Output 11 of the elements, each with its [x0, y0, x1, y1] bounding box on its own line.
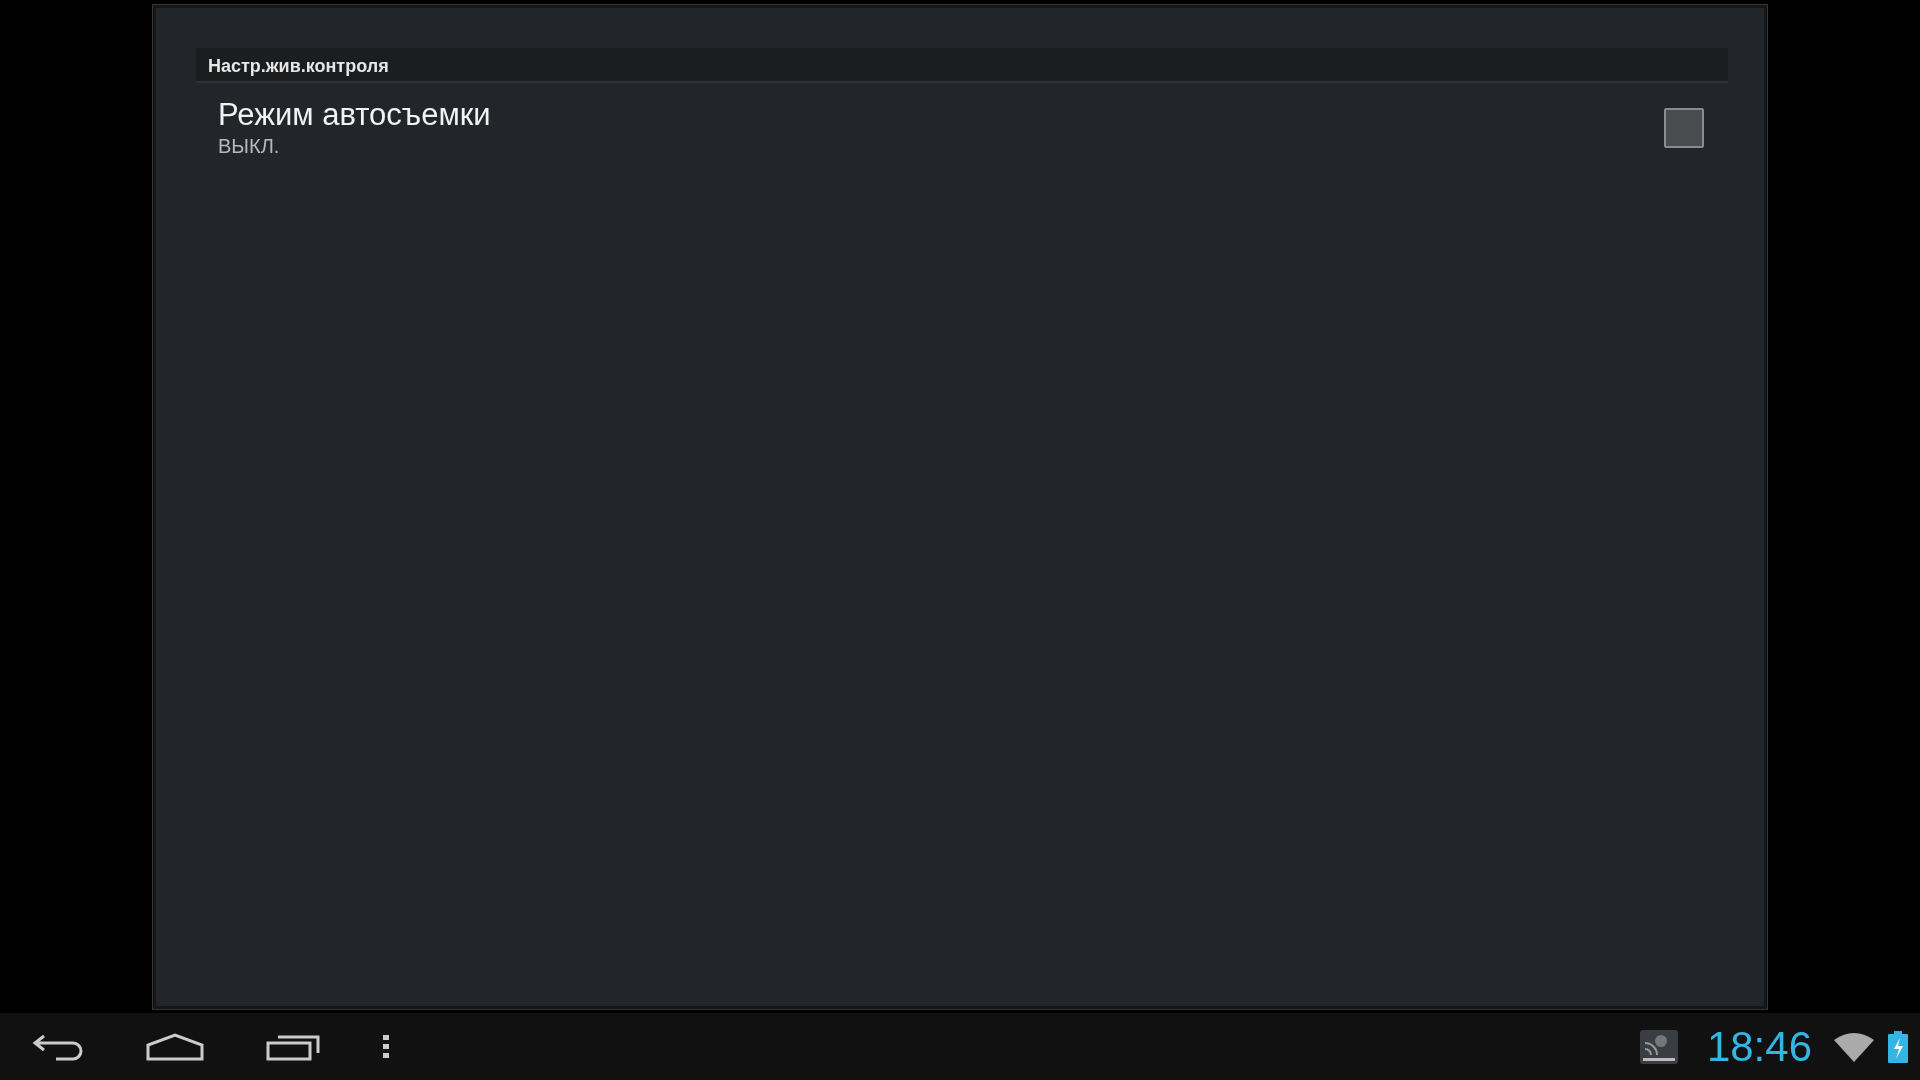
menu-button[interactable] [382, 1033, 390, 1060]
wifi-icon [1834, 1031, 1874, 1062]
setting-row[interactable]: Режим автосъемки ВЫКЛ. [196, 83, 1728, 170]
checkbox[interactable] [1664, 107, 1704, 148]
camera-app-icon[interactable] [1638, 1028, 1679, 1065]
clock-time: 18:46 [1706, 1022, 1812, 1071]
setting-title: Режим автосъемки [218, 97, 491, 133]
setting-summary: ВЫКЛ. [218, 135, 281, 158]
battery-charging-icon [1888, 1030, 1908, 1063]
home-button[interactable] [146, 1032, 204, 1061]
section-title: Настр.жив.контроля [208, 56, 389, 77]
